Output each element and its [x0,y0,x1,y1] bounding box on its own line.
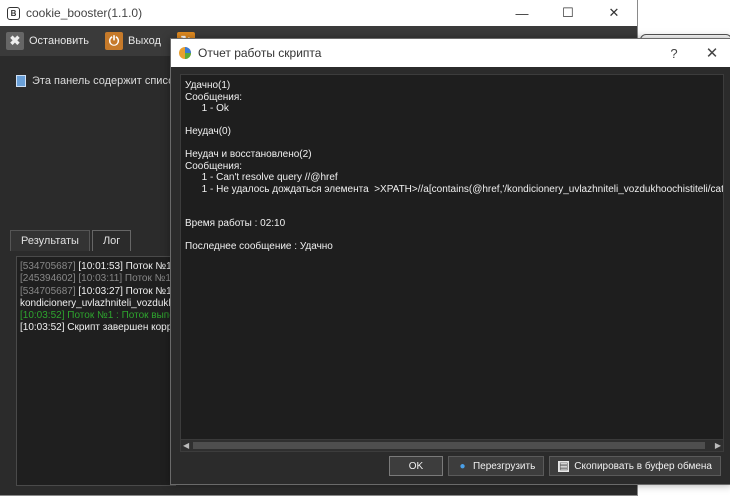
log-line: kondicionery_uvlazhniteli_vozdukhoochi [20,297,175,309]
close-window-button[interactable]: ✕ [591,0,637,26]
stop-label: Остановить [29,35,90,47]
scroll-left-icon[interactable]: ◀ [183,441,189,450]
app-titlebar: B cookie_booster(1.1.0) — ☐ ✕ [0,0,637,26]
log-tabs: Результаты Лог [10,230,133,251]
log-line: [245394602] [10:03:11] Поток №1 : [20,273,176,285]
app-icon: B [7,6,20,20]
tab-results[interactable]: Результаты [10,230,90,251]
minimize-button[interactable]: — [499,0,545,26]
log-line: [10:03:52] Поток №1 : Поток выпол [20,310,176,322]
restart-icon: ● [459,460,466,472]
clipboard-icon: ▤ [558,460,570,472]
pie-chart-icon [179,47,191,59]
stop-button[interactable]: ✖ Остановить [6,32,89,50]
restart-button[interactable]: ● Перезгрузить [447,456,545,476]
ok-button[interactable]: OK [388,456,443,476]
horizontal-scrollbar[interactable]: ◀ ▶ [181,439,723,451]
exit-button[interactable]: ⏻ Выход [105,32,161,50]
log-line: [534705687] [10:01:53] Поток №1 : [20,261,176,272]
exit-icon: ⏻ [105,32,124,50]
scroll-right-icon[interactable]: ▶ [715,441,721,450]
tab-log[interactable]: Лог [91,230,132,251]
copy-button[interactable]: ▤ Скопировать в буфер обмена [549,456,721,476]
report-dialog: Отчет работы скрипта ? ✕ Удачно(1) Сообщ… [170,38,730,485]
maximize-button[interactable]: ☐ [545,0,591,26]
log-line: [10:03:52] Скрипт завершен коррект [20,322,176,334]
dialog-close-button[interactable]: ✕ [693,44,730,62]
report-text: Удачно(1) Сообщения: 1 - Ok Неудач(0) Не… [185,80,724,252]
info-icon [16,75,26,87]
scroll-thumb[interactable] [193,442,705,449]
dialog-titlebar: Отчет работы скрипта ? ✕ [171,39,730,67]
dialog-title: Отчет работы скрипта [198,46,322,60]
stop-x-icon: ✖ [6,32,24,50]
app-title: cookie_booster(1.1.0) [26,6,143,20]
restart-label: Перезгрузить [472,460,536,472]
exit-label: Выход [128,35,161,47]
copy-label: Скопировать в буфер обмена [574,460,712,472]
log-panel[interactable]: [534705687] [10:01:53] Поток №1 : [24539… [16,256,176,486]
dialog-buttons: OK ● Перезгрузить ▤ Скопировать в буфер … [384,456,721,476]
log-line: [534705687] [10:03:27] Поток №1 : [20,285,176,297]
help-button[interactable]: ? [655,46,693,61]
report-text-area[interactable]: Удачно(1) Сообщения: 1 - Ok Неудач(0) Не… [180,74,724,452]
